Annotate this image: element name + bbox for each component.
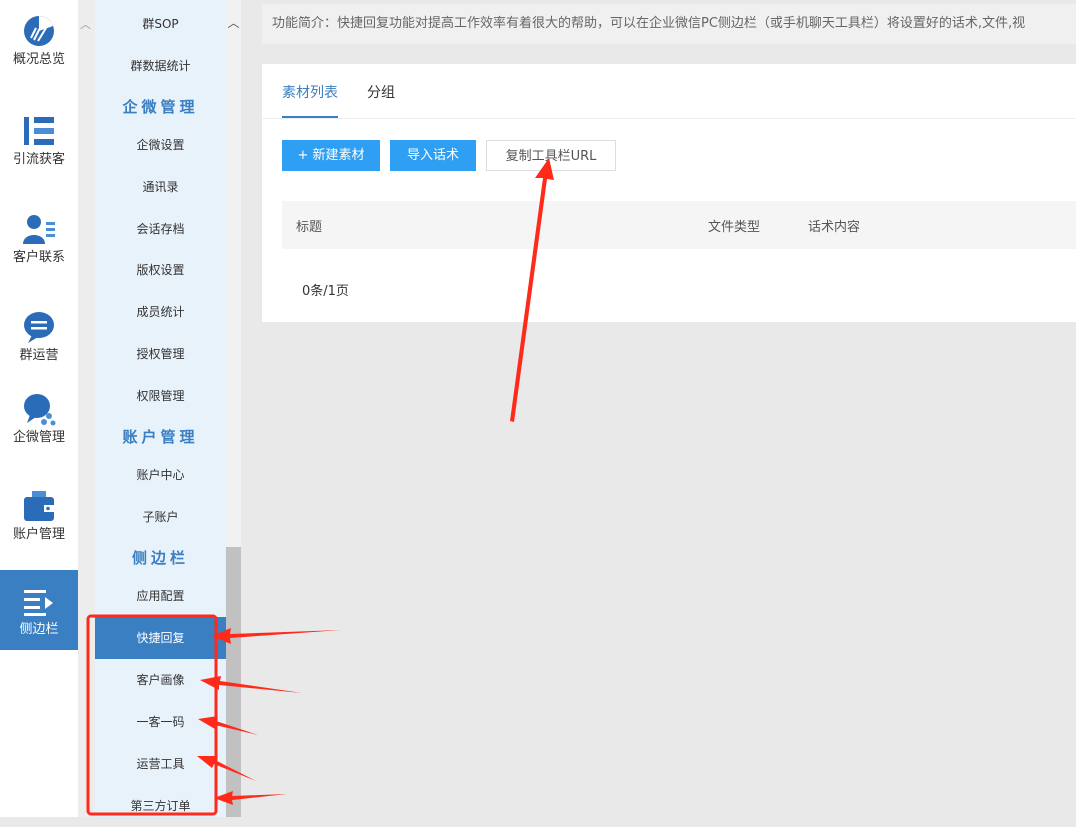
table-header: 标题 文件类型 话术内容 — [282, 201, 1076, 249]
contacts-icon — [23, 215, 55, 244]
nav-gap — [78, 0, 95, 817]
submenu-item-sub-account[interactable]: 子账户 — [95, 496, 226, 538]
rail-item-group[interactable]: 群运营 — [0, 310, 78, 364]
submenu-item-quick-reply[interactable]: 快捷回复 — [95, 617, 226, 659]
submenu-item-copyright[interactable]: 版权设置 — [95, 249, 226, 291]
new-material-button[interactable]: + 新建素材 — [282, 140, 380, 171]
chat-network-icon — [24, 394, 56, 426]
submenu-section-sidebar: 侧边栏 — [131, 549, 189, 567]
tab-group[interactable]: 分组 — [367, 82, 395, 102]
column-header-title: 标题 — [296, 220, 323, 235]
rail-item-qiwei[interactable]: 企微管理 — [0, 392, 78, 446]
submenu-item-auth-manage[interactable]: 授权管理 — [95, 333, 226, 375]
copy-toolbar-url-button[interactable]: 复制工具栏URL — [486, 140, 616, 171]
tab-material-list[interactable]: 素材列表 — [282, 82, 338, 102]
rail-label: 概况总览 — [12, 52, 65, 67]
column-header-file-type: 文件类型 — [708, 220, 761, 235]
chevron-up-icon[interactable]: ︿ — [80, 16, 91, 32]
submenu-item-member-stats[interactable]: 成员统计 — [95, 291, 226, 333]
sidebar-list-icon — [24, 590, 53, 616]
submenu-item-account-center[interactable]: 账户中心 — [95, 454, 226, 496]
submenu-item-ops-tools[interactable]: 运营工具 — [95, 743, 226, 785]
tab-divider — [262, 118, 1076, 119]
submenu-item-one-code[interactable]: 一客一码 — [95, 701, 226, 743]
material-panel: 素材列表 分组 + 新建素材 导入话术 复制工具栏URL 标题 文件类型 话术内… — [262, 64, 1076, 322]
rail-label: 群运营 — [19, 348, 59, 363]
submenu-item-contacts[interactable]: 通讯录 — [95, 166, 226, 208]
submenu-item-customer-profile[interactable]: 客户画像 — [95, 659, 226, 701]
submenu-item-qiwei-settings[interactable]: 企微设置 — [95, 124, 226, 166]
rail-label: 引流获客 — [12, 152, 65, 167]
rail-item-traffic[interactable]: 引流获客 — [0, 114, 78, 168]
wallet-icon — [24, 491, 54, 521]
scroll-up-arrow-icon[interactable]: ︿ — [226, 14, 241, 30]
rail-item-sidebar[interactable]: 侧边栏 — [0, 570, 78, 650]
rail-label: 企微管理 — [12, 430, 65, 445]
submenu-item-group-sop[interactable]: 群SOP — [95, 3, 226, 45]
chat-bubble-icon — [24, 312, 54, 343]
main-nav-rail: 概况总览 引流获客 客户联系 群运营 企微管理 账户管理 侧边栏 — [0, 0, 78, 817]
rail-item-customer[interactable]: 客户联系 — [0, 212, 78, 266]
pagination-info: 0条/1页 — [302, 284, 349, 299]
submenu-section-account: 账户管理 — [122, 428, 199, 446]
submenu-section-qiwei: 企微管理 — [122, 98, 199, 116]
rail-label: 侧边栏 — [19, 622, 59, 637]
rail-item-account[interactable]: 账户管理 — [0, 489, 78, 543]
rail-label: 账户管理 — [12, 527, 65, 542]
submenu-item-group-stats[interactable]: 群数据统计 — [95, 45, 226, 87]
rail-label: 客户联系 — [12, 250, 65, 265]
import-script-button[interactable]: 导入话术 — [390, 140, 476, 171]
rail-item-overview[interactable]: 概况总览 — [0, 14, 78, 68]
submenu-item-permission[interactable]: 权限管理 — [95, 375, 226, 417]
submenu-item-third-orders[interactable]: 第三方订单 — [95, 785, 226, 827]
pie-chart-icon — [24, 16, 54, 46]
tree-structure-icon — [24, 117, 54, 145]
feature-intro-notice: 功能简介：快捷回复功能对提高工作效率有着很大的帮助，可以在企业微信PC侧边栏（或… — [262, 4, 1076, 44]
submenu-item-app-config[interactable]: 应用配置 — [95, 575, 226, 617]
submenu-item-chat-archive[interactable]: 会话存档 — [95, 208, 226, 250]
column-header-script-content: 话术内容 — [808, 220, 861, 235]
active-tab-indicator — [282, 116, 338, 118]
sub-menu: 群SOP 群数据统计 企微管理 企微设置 通讯录 会话存档 版权设置 成员统计 … — [95, 0, 226, 817]
scrollbar-thumb[interactable] — [226, 547, 241, 817]
